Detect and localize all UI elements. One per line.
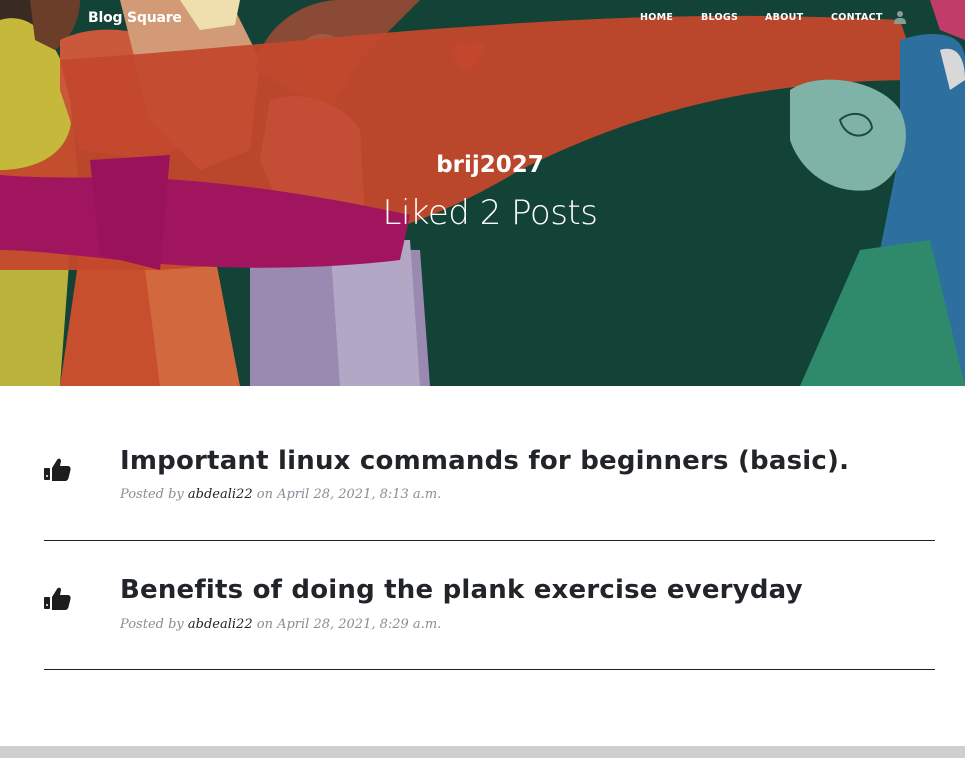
posted-by-label: Posted by (120, 617, 184, 632)
post-item: Benefits of doing the plank exercise eve… (44, 575, 935, 635)
nav-contact-link[interactable]: CONTACT (831, 12, 883, 23)
nav-blogs-link[interactable]: BLOGS (701, 12, 738, 23)
post-author-link[interactable]: abdeali22 (188, 487, 253, 502)
profile-username: brij2027 (436, 152, 544, 178)
post-meta: Posted by abdeali22 on April 28, 2021, 8… (120, 617, 441, 632)
liked-posts-heading: Liked 2 Posts (382, 193, 598, 233)
post-title[interactable]: Important linux commands for beginners (… (120, 446, 849, 476)
post-author-link[interactable]: abdeali22 (188, 617, 253, 632)
post-divider (44, 540, 935, 541)
posted-by-label: Posted by (120, 487, 184, 502)
user-icon[interactable] (893, 10, 907, 24)
post-title[interactable]: Benefits of doing the plank exercise eve… (120, 575, 803, 605)
post-date: on April 28, 2021, 8:29 a.m. (256, 617, 442, 632)
nav-home-link[interactable]: HOME (640, 12, 673, 23)
thumbs-up-icon[interactable] (44, 585, 72, 613)
post-item: Important linux commands for beginners (… (44, 446, 935, 506)
post-divider (44, 669, 935, 670)
post-date: on April 28, 2021, 8:13 a.m. (256, 487, 442, 502)
post-meta: Posted by abdeali22 on April 28, 2021, 8… (120, 487, 441, 502)
nav-about-link[interactable]: ABOUT (765, 12, 803, 23)
page-header: Blog Square HOME BLOGS ABOUT CONTACT bri… (0, 0, 965, 386)
thumbs-up-icon[interactable] (44, 456, 72, 484)
main-nav: HOME BLOGS ABOUT CONTACT (0, 12, 965, 32)
footer-edge (0, 746, 965, 758)
